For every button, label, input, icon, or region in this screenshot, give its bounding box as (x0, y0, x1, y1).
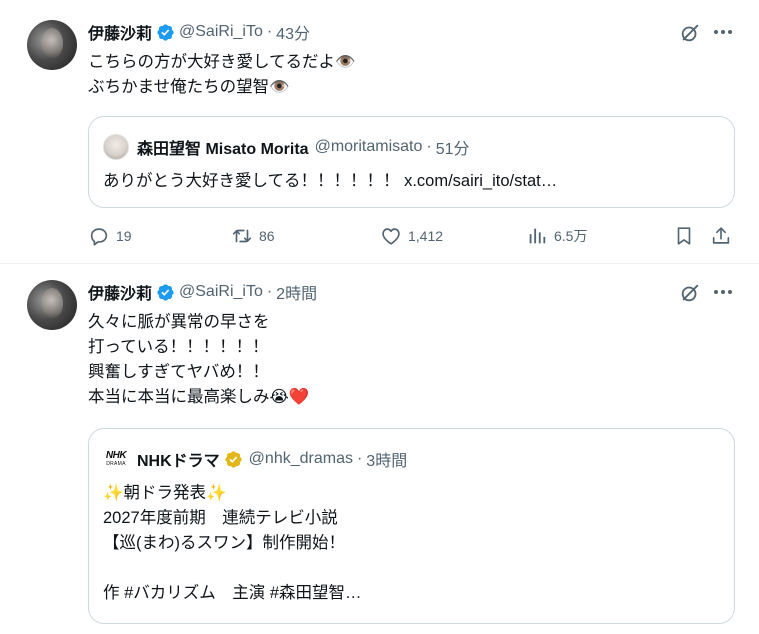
quote-line (103, 556, 362, 581)
views-icon (529, 228, 546, 244)
tweet-header: 伊藤沙莉 @SaiRi_iTo · 43分 (88, 20, 310, 44)
quote-timestamp: 3時間 (366, 453, 408, 470)
quote-header: NHK DRAMA NHKドラマ @nhk_dramas · 3時間 (103, 447, 407, 471)
reply-count: 19 (116, 228, 132, 244)
quote-header: 森田望智 Misato Morita @moritamisato · 51分 (103, 134, 470, 160)
bookmark-icon (677, 227, 691, 245)
quote-tweet[interactable]: 森田望智 Misato Morita @moritamisato · 51分 あ… (88, 116, 735, 208)
verified-badge-icon (157, 283, 174, 301)
tweet-text: こちらの方が大好き愛してるだよ👁️ ぶちかませ俺たちの望智👁️ (88, 50, 356, 100)
quote-tweet[interactable]: NHK DRAMA NHKドラマ @nhk_dramas · 3時間 ✨朝ドラ発… (88, 428, 735, 624)
logo-text-drama: DRAMA (106, 461, 126, 467)
quote-author-name: NHKドラマ (137, 453, 220, 470)
timestamp[interactable]: 2時間 (276, 280, 317, 304)
like-icon (382, 228, 400, 245)
separator-dot: · (426, 138, 432, 155)
more-icon[interactable] (711, 20, 735, 44)
like-button[interactable]: 1,412 (380, 224, 443, 248)
separator-dot: · (266, 23, 273, 40)
quote-author-handle: @nhk_dramas (248, 450, 353, 467)
share-icon (712, 227, 730, 244)
repost-button[interactable]: 86 (231, 224, 275, 248)
more-icon[interactable] (711, 280, 735, 304)
reply-icon (90, 228, 108, 246)
quote-line: 2027年度前期 連続テレビ小説 (103, 509, 338, 527)
quote-avatar (103, 134, 129, 160)
quote-author-name: 森田望智 Misato Morita (137, 141, 309, 158)
tweet-text: 久々に脈が異常の早さを 打っている！！！！！！ 興奮しすぎてヤバめ！！ 本当に本当に最… (88, 310, 309, 410)
quote-line: 【巡(まわ)るスワン】制作開始！ (103, 534, 345, 552)
tweet-line: 興奮しすぎてヤバめ！！ (88, 363, 269, 381)
author-name[interactable]: 伊藤沙莉 (88, 280, 152, 304)
grok-icon[interactable] (679, 22, 701, 44)
tweet-line: ぶちかませ俺たちの望智👁️ (88, 78, 290, 96)
quote-line: 作 #バカリズム 主演 #森田望智… (103, 584, 362, 602)
separator-dot: · (266, 283, 273, 300)
repost-count: 86 (259, 228, 275, 244)
author-handle[interactable]: @SaiRi_iTo (179, 283, 263, 301)
avatar[interactable] (27, 280, 77, 330)
avatar[interactable] (27, 20, 77, 70)
quote-text: ありがとう大好き愛してる！！！！！！ x.com/sairi_ito/stat… (103, 169, 557, 194)
nhk-drama-logo: NHK DRAMA (103, 446, 129, 472)
timestamp[interactable]: 43分 (276, 20, 310, 44)
gold-verified-badge-icon (225, 450, 242, 468)
bookmark-button[interactable] (673, 224, 701, 248)
tweet[interactable]: 伊藤沙莉 @SaiRi_iTo · 43分 こちらの方が大好き愛してるだよ👁️ ぶ… (0, 0, 759, 264)
logo-text-nhk: NHK (105, 450, 127, 461)
separator-dot: · (356, 450, 363, 467)
views-count: 6.5万 (554, 228, 588, 244)
quote-line: ✨朝ドラ発表✨ (103, 484, 227, 502)
quote-timestamp: 51分 (435, 141, 470, 158)
views-button[interactable]: 6.5万 (526, 224, 587, 248)
tweet-header: 伊藤沙莉 @SaiRi_iTo · 2時間 (88, 280, 317, 304)
reply-button[interactable]: 19 (88, 224, 132, 248)
tweet-line: 久々に脈が異常の早さを (88, 313, 270, 331)
author-name[interactable]: 伊藤沙莉 (88, 20, 152, 44)
tweet-actions: 19 86 1,412 6.5万 (88, 224, 740, 248)
grok-icon[interactable] (679, 282, 701, 304)
tweet-line: 打っている！！！！！！ (88, 338, 269, 356)
quote-text: ✨朝ドラ発表✨ 2027年度前期 連続テレビ小説 【巡(まわ)るスワン】制作開始！ 作… (103, 481, 362, 606)
quote-line: ありがとう大好き愛してる！！！！！！ x.com/sairi_ito/stat… (103, 172, 558, 190)
repost-icon (232, 229, 252, 243)
share-button[interactable] (710, 224, 738, 248)
tweet-line: こちらの方が大好き愛してるだよ👁️ (88, 53, 356, 71)
tweet-line: 本当に本当に最高楽しみ😭❤️ (88, 388, 310, 406)
verified-badge-icon (157, 23, 174, 41)
author-handle[interactable]: @SaiRi_iTo (179, 23, 263, 41)
quote-author-handle: @moritamisato (314, 138, 423, 155)
like-count: 1,412 (408, 228, 444, 244)
